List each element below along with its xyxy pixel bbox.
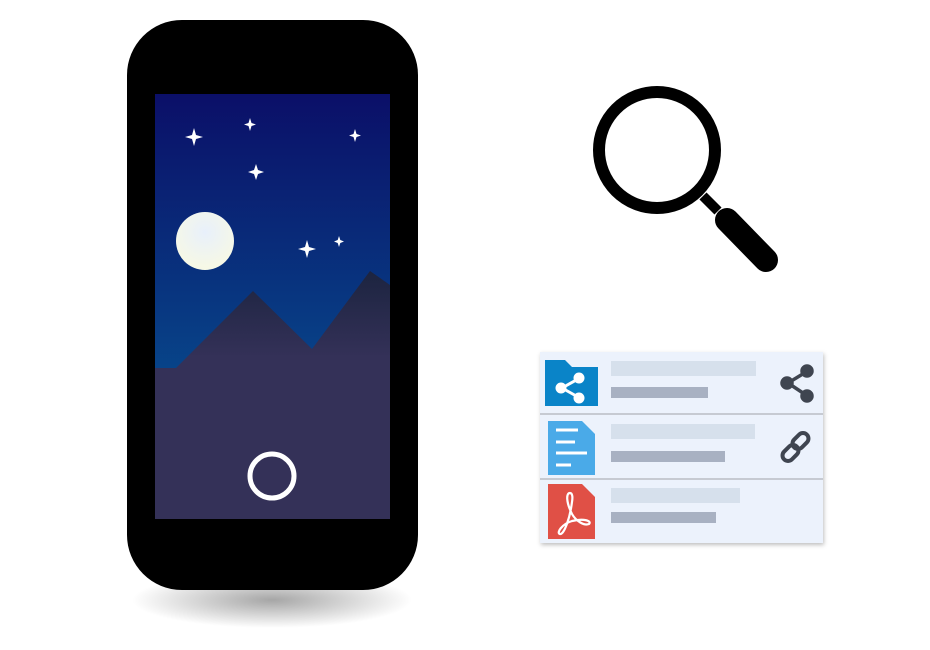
subtitle-placeholder	[611, 451, 725, 462]
document-icon	[548, 421, 595, 475]
illustration	[127, 20, 823, 628]
title-placeholder	[611, 424, 755, 439]
pdf-icon	[548, 484, 595, 539]
subtitle-placeholder	[611, 512, 716, 523]
title-placeholder	[611, 488, 740, 503]
smartphone	[127, 20, 418, 628]
title-placeholder	[611, 361, 756, 376]
subtitle-placeholder	[611, 387, 708, 398]
magnifying-glass-icon	[593, 86, 778, 272]
phone-screen	[155, 94, 390, 519]
moon-icon	[176, 212, 234, 270]
